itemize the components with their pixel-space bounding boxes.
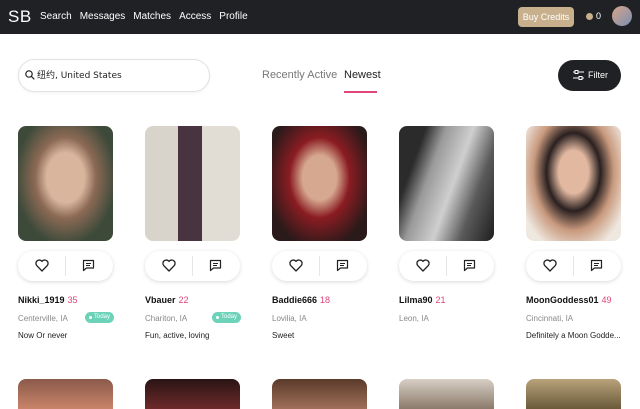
profile-photo[interactable] — [526, 379, 621, 409]
profile-username[interactable]: Baddie666 18 — [272, 295, 330, 305]
heart-icon[interactable] — [162, 259, 176, 272]
profile-age: 21 — [435, 295, 446, 305]
profile-tagline: Sweet — [272, 331, 295, 340]
profile-age: 18 — [320, 295, 331, 305]
profile-photo[interactable] — [145, 379, 240, 409]
profile-username[interactable]: Lilma90 21 — [399, 295, 446, 305]
online-badge: Today — [85, 312, 115, 323]
nav-profile[interactable]: Profile — [219, 11, 247, 22]
profile-username[interactable]: Nikki_1919 35 — [18, 295, 78, 305]
profile-location: Cincinnati, IA — [526, 314, 574, 323]
online-badge: Today — [212, 312, 242, 323]
profile-location: Lovilia, IA — [272, 314, 307, 323]
profile-username[interactable]: MoonGoddess01 49 — [526, 295, 612, 305]
message-icon[interactable] — [336, 259, 349, 272]
nav-search[interactable]: Search — [40, 11, 72, 22]
profile-actions — [526, 251, 621, 281]
profile-username[interactable]: Vbauer 22 — [145, 295, 189, 305]
profile-actions — [399, 251, 494, 281]
filter-button[interactable]: Filter — [558, 60, 621, 91]
nav-access[interactable]: Access — [179, 11, 211, 22]
profile-age: 35 — [67, 295, 78, 305]
divider — [446, 256, 447, 276]
profile-actions — [272, 251, 367, 281]
sliders-icon — [573, 70, 584, 80]
profile-name: Nikki_1919 — [18, 295, 65, 305]
main-nav: Search Messages Matches Access Profile — [40, 11, 256, 22]
profile-photo[interactable] — [526, 126, 621, 241]
profile-age: 22 — [178, 295, 189, 305]
profile-tagline: Definitely a Moon Godde... — [526, 331, 621, 340]
profile-photo[interactable] — [145, 126, 240, 241]
profile-age: 49 — [601, 295, 612, 305]
heart-icon[interactable] — [35, 259, 49, 272]
message-icon[interactable] — [463, 259, 476, 272]
heart-icon[interactable] — [416, 259, 430, 272]
profile-tagline: Fun, active, loving — [145, 331, 210, 340]
top-navigation-bar: SB Search Messages Matches Access Profil… — [0, 0, 640, 34]
profile-tagline: Now Or never — [18, 331, 68, 340]
message-icon[interactable] — [82, 259, 95, 272]
message-icon[interactable] — [209, 259, 222, 272]
nav-messages[interactable]: Messages — [80, 11, 126, 22]
active-tab-indicator — [344, 91, 377, 93]
profile-name: MoonGoddess01 — [526, 295, 599, 305]
credits-count: 0 — [596, 11, 602, 21]
profile-photo[interactable] — [272, 126, 367, 241]
buy-credits-button[interactable]: Buy Credits — [518, 7, 574, 27]
profile-photo[interactable] — [272, 379, 367, 409]
profile-actions — [145, 251, 240, 281]
coin-icon — [586, 12, 593, 20]
credits-balance[interactable]: 0 — [586, 11, 601, 21]
location-search[interactable] — [18, 59, 210, 92]
divider — [192, 256, 193, 276]
divider — [65, 256, 66, 276]
profile-photo[interactable] — [18, 126, 113, 241]
profile-location: Chariton, IA — [145, 314, 188, 323]
location-search-input[interactable] — [37, 69, 205, 79]
tab-newest[interactable]: Newest — [344, 69, 381, 81]
divider — [319, 256, 320, 276]
profile-name: Lilma90 — [399, 295, 433, 305]
filter-label: Filter — [588, 70, 608, 80]
heart-icon[interactable] — [289, 259, 303, 272]
message-icon[interactable] — [590, 259, 603, 272]
site-logo[interactable]: SB — [8, 7, 32, 27]
nav-matches[interactable]: Matches — [133, 11, 171, 22]
heart-icon[interactable] — [543, 259, 557, 272]
divider — [573, 256, 574, 276]
profile-photo[interactable] — [399, 379, 494, 409]
search-icon — [25, 70, 35, 80]
profile-location: Centerville, IA — [18, 314, 68, 323]
profile-location: Leon, IA — [399, 314, 429, 323]
profile-name: Vbauer — [145, 295, 176, 305]
tab-recently-active[interactable]: Recently Active — [262, 69, 337, 81]
user-avatar[interactable] — [612, 6, 632, 26]
profile-actions — [18, 251, 113, 281]
profile-name: Baddie666 — [272, 295, 318, 305]
profile-photo[interactable] — [399, 126, 494, 241]
profile-photo[interactable] — [18, 379, 113, 409]
